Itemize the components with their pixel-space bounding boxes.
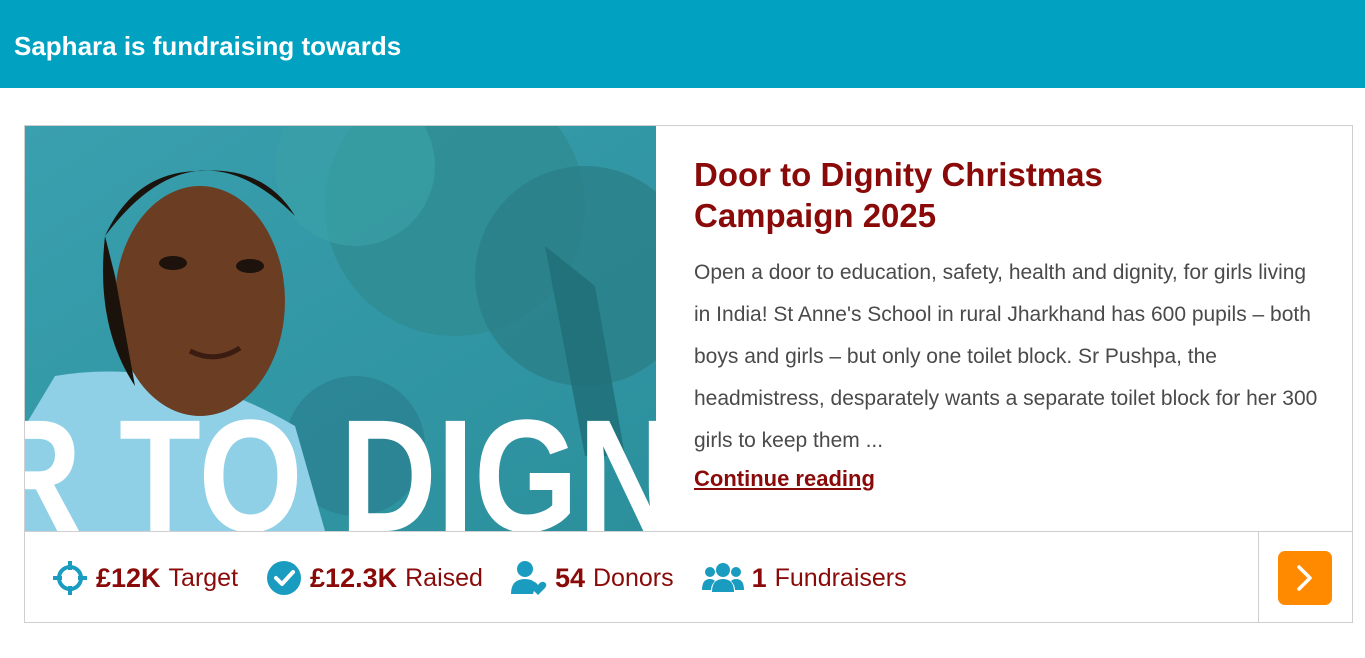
- campaign-title[interactable]: Door to Dignity Christmas Campaign 2025: [694, 154, 1254, 236]
- campaign-description: Open a door to education, safety, health…: [694, 261, 1318, 452]
- stat-raised: £12.3K Raised: [266, 560, 483, 596]
- check-circle-icon: [266, 560, 302, 596]
- arrow-cell: [1258, 532, 1352, 623]
- stat-raised-label: Raised: [405, 563, 483, 592]
- page-header: Saphara is fundraising towards: [0, 0, 1365, 88]
- stat-fundraisers: 1 Fundraisers: [701, 560, 907, 596]
- stat-fundraisers-label: Fundraisers: [774, 563, 907, 592]
- stat-fundraisers-value: 1: [751, 562, 767, 593]
- stat-raised-value: £12.3K: [310, 562, 398, 593]
- continue-reading-link[interactable]: Continue reading: [694, 464, 875, 494]
- chevron-right-icon: [1297, 565, 1312, 591]
- next-arrow-button[interactable]: [1278, 551, 1332, 605]
- image-overlay-text: R TO DIGN: [25, 386, 656, 531]
- users-group-icon: [701, 560, 744, 596]
- stats-list: £12K Target £12.3K Raised 54 Donors 1 Fu…: [52, 558, 935, 598]
- campaign-card: R TO DIGN Door to Dignity Christmas Camp…: [24, 125, 1353, 623]
- stat-donors-label: Donors: [592, 563, 674, 592]
- stat-target-value: £12K: [96, 562, 161, 593]
- header-title: Saphara is fundraising towards: [14, 31, 402, 61]
- stat-donors-value: 54: [554, 562, 585, 593]
- stat-target: £12K Target: [52, 560, 238, 596]
- crosshair-icon: [52, 560, 88, 596]
- stat-target-label: Target: [168, 563, 239, 592]
- campaign-image[interactable]: R TO DIGN: [25, 126, 656, 531]
- stat-donors: 54 Donors: [510, 560, 674, 596]
- stats-bar: £12K Target £12.3K Raised 54 Donors 1 Fu…: [25, 531, 1352, 623]
- donor-heart-icon: [510, 560, 547, 596]
- campaign-body: Door to Dignity Christmas Campaign 2025 …: [694, 154, 1324, 494]
